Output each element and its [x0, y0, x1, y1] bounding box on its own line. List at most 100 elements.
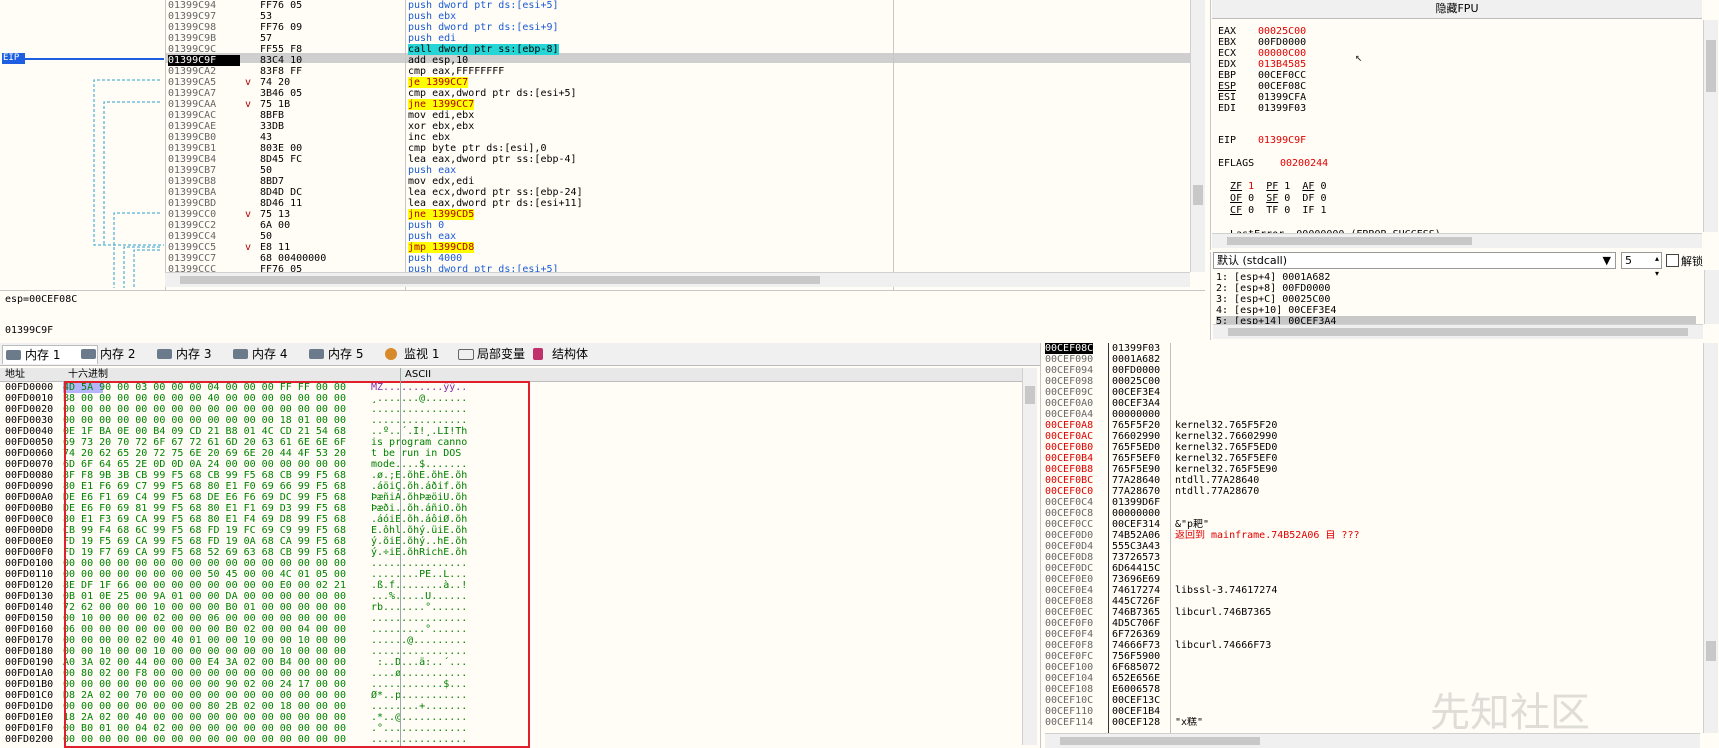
- disasm-address[interactable]: 01399CB1: [168, 143, 240, 154]
- scroll-thumb[interactable]: [1060, 737, 1260, 745]
- scroll-thumb[interactable]: [1228, 328, 1688, 336]
- stack-row[interactable]: 00CEF098 00025C00: [1045, 376, 1695, 387]
- register-row[interactable]: ECX 00000C00: [1218, 48, 1698, 59]
- disasm-address[interactable]: 01399CAC: [168, 110, 240, 121]
- stack-row[interactable]: 00CEF0EC 746B7365 libcurl.746B7365: [1045, 607, 1695, 618]
- disasm-address[interactable]: 01399CA5: [168, 77, 240, 88]
- stack-row[interactable]: 00CEF0B4 765F5EF0 kernel32.765F5EF0: [1045, 453, 1695, 464]
- stack-row[interactable]: 00CEF09C 00CEF3E4: [1045, 387, 1695, 398]
- disasm-address[interactable]: 01399CAA: [168, 99, 240, 110]
- stack-row[interactable]: 00CEF0D0 74B52A06 返回到 mainframe.74B52A06 自…: [1045, 530, 1695, 541]
- disasm-instruction[interactable]: inc ebx: [408, 132, 1188, 143]
- stack-row[interactable]: 00CEF0A8 765F5F20 kernel32.765F5F20: [1045, 420, 1695, 431]
- stack-row[interactable]: 00CEF0E4 74617274 libssl-3.74617274: [1045, 585, 1695, 596]
- disasm-address[interactable]: 01399C98: [168, 22, 240, 33]
- stack-row[interactable]: 00CEF094 00FD0000: [1045, 365, 1695, 376]
- stack-horizontal-scrollbar[interactable]: [1045, 733, 1700, 748]
- disasm-address[interactable]: 01399CC7: [168, 253, 240, 264]
- argument-row[interactable]: 1: [esp+4] 0001A682: [1216, 272, 1696, 283]
- register-row[interactable]: EBP 00CEF0CC: [1218, 70, 1698, 81]
- registers-vertical-scrollbar[interactable]: [1703, 20, 1718, 232]
- disasm-instruction[interactable]: mov edi,ebx: [408, 110, 1188, 121]
- scroll-thumb[interactable]: [1706, 40, 1716, 92]
- stack-row[interactable]: 00CEF0F4 6F726369: [1045, 629, 1695, 640]
- registers-horizontal-scrollbar[interactable]: [1212, 233, 1702, 248]
- disasm-instruction[interactable]: call dword ptr ss:[ebp-8]: [408, 44, 1188, 55]
- disasm-instruction[interactable]: mov edx,edi: [408, 176, 1188, 187]
- disasm-address[interactable]: 01399C94: [168, 0, 240, 11]
- stack-row[interactable]: 00CEF0C0 77A28670 ntdll.77A28670: [1045, 486, 1695, 497]
- disasm-instruction[interactable]: push 0: [408, 220, 1188, 231]
- stack-vertical-scrollbar[interactable]: [1703, 343, 1718, 733]
- stack-row[interactable]: 00CEF0B0 765F5ED0 kernel32.765F5ED0: [1045, 442, 1695, 453]
- disasm-instruction[interactable]: lea eax,dword ptr ds:[esi+11]: [408, 198, 1188, 209]
- disasm-instruction[interactable]: cmp eax,dword ptr ds:[esi+5]: [408, 88, 1188, 99]
- scroll-thumb[interactable]: [1193, 185, 1203, 205]
- disasm-instruction[interactable]: jne 1399CC7: [408, 99, 1188, 110]
- disasm-instruction[interactable]: xor ebx,ebx: [408, 121, 1188, 132]
- disasm-address[interactable]: 01399CC4: [168, 231, 240, 242]
- flag-tf[interactable]: TF: [1266, 205, 1278, 216]
- disasm-instruction[interactable]: cmp byte ptr ds:[esi],0: [408, 143, 1188, 154]
- args-horizontal-scrollbar[interactable]: [1213, 324, 1703, 339]
- register-row[interactable]: EAX 00025C00: [1218, 26, 1698, 37]
- stack-row[interactable]: 00CEF0C8 00000000: [1045, 508, 1695, 519]
- stack-row[interactable]: 00CEF0AC 76602990 kernel32.76602990: [1045, 431, 1695, 442]
- eflags-row[interactable]: EFLAGS 00200244: [1218, 158, 1328, 169]
- stack-row[interactable]: 00CEF10C 00CEF13C: [1045, 695, 1695, 706]
- stack-row[interactable]: 00CEF108 E6006578: [1045, 684, 1695, 695]
- scroll-thumb[interactable]: [1706, 641, 1716, 661]
- calling-convention-dropdown[interactable]: 默认 (stdcall) ▼: [1213, 252, 1616, 269]
- disasm-instruction[interactable]: push eax: [408, 165, 1188, 176]
- register-row[interactable]: EDI 01399F03: [1218, 103, 1698, 114]
- disasm-address[interactable]: 01399CB8: [168, 176, 240, 187]
- arguments-pane[interactable]: 默认 (stdcall) ▼ 5 ▴ ▾ 解锁 1: [esp+4] 0001A6…: [1210, 252, 1719, 340]
- flag-if[interactable]: IF: [1302, 205, 1314, 216]
- disasm-address[interactable]: 01399C9B: [168, 33, 240, 44]
- disasm-instruction[interactable]: lea ecx,dword ptr ss:[ebp-24]: [408, 187, 1188, 198]
- stack-row[interactable]: 00CEF0D8 73726573: [1045, 552, 1695, 563]
- stack-row[interactable]: 00CEF08C 01399F03: [1045, 343, 1695, 354]
- stack-row[interactable]: 00CEF0FC 756F5900: [1045, 651, 1695, 662]
- stack-row[interactable]: 00CEF0E0 73696E69: [1045, 574, 1695, 585]
- disasm-instruction[interactable]: push edi: [408, 33, 1188, 44]
- disasm-address[interactable]: 01399CAE: [168, 121, 240, 132]
- disasm-instruction[interactable]: push ebx: [408, 11, 1188, 22]
- stack-row[interactable]: 00CEF0F0 4D5C706F: [1045, 618, 1695, 629]
- argument-row[interactable]: 3: [esp+C] 00025C00: [1216, 294, 1696, 305]
- disasm-address[interactable]: 01399CB4: [168, 154, 240, 165]
- disasm-address[interactable]: 01399CB0: [168, 132, 240, 143]
- register-row[interactable]: EBX 00FD0000: [1218, 37, 1698, 48]
- disasm-address[interactable]: 01399C9C: [168, 44, 240, 55]
- stack-row[interactable]: 00CEF0BC 77A28640 ntdll.77A28640: [1045, 475, 1695, 486]
- disasm-vertical-scrollbar[interactable]: [1190, 0, 1205, 272]
- disasm-instruction[interactable]: je 1399CC7: [408, 77, 1188, 88]
- scroll-thumb[interactable]: [1227, 237, 1472, 245]
- argument-row[interactable]: 2: [esp+8] 00FD0000: [1216, 283, 1696, 294]
- argument-count-spinner[interactable]: 5 ▴ ▾: [1621, 252, 1662, 278]
- stack-row[interactable]: 00CEF0A4 00000000: [1045, 409, 1695, 420]
- disasm-horizontal-scrollbar[interactable]: [165, 272, 1190, 287]
- disasm-address[interactable]: 01399CC5: [168, 242, 240, 253]
- scroll-thumb[interactable]: [180, 276, 820, 284]
- register-row[interactable]: ESP 00CEF08C: [1218, 81, 1698, 92]
- disasm-address[interactable]: 01399CC0: [168, 209, 240, 220]
- disasm-address[interactable]: 01399CB7: [168, 165, 240, 176]
- disasm-instruction[interactable]: jne 1399CD5: [408, 209, 1188, 220]
- disasm-instruction[interactable]: add esp,10: [408, 55, 1188, 66]
- stack-row[interactable]: 00CEF0F8 74666F73 libcurl.74666F73: [1045, 640, 1695, 651]
- argument-row[interactable]: 4: [esp+10] 00CEF3E4: [1216, 305, 1696, 316]
- stack-row[interactable]: 00CEF114 00CEF128 "x糕": [1045, 717, 1695, 728]
- disasm-instruction[interactable]: lea eax,dword ptr ss:[ebp-4]: [408, 154, 1188, 165]
- stack-row[interactable]: 00CEF090 0001A682: [1045, 354, 1695, 365]
- stack-row[interactable]: 00CEF0E8 445C726F: [1045, 596, 1695, 607]
- stack-row[interactable]: 00CEF104 652E656E: [1045, 673, 1695, 684]
- disasm-instruction[interactable]: push dword ptr ds:[esi+5]: [408, 0, 1188, 11]
- disasm-instruction[interactable]: push eax: [408, 231, 1188, 242]
- register-row[interactable]: EDX 013B4585: [1218, 59, 1698, 70]
- disasm-address[interactable]: 01399C9F: [168, 55, 240, 66]
- flag-cf[interactable]: CF: [1230, 205, 1242, 216]
- disasm-address[interactable]: 01399C97: [168, 11, 240, 22]
- stack-row[interactable]: 00CEF0A0 00CEF3A4: [1045, 398, 1695, 409]
- disasm-address[interactable]: 01399CA7: [168, 88, 240, 99]
